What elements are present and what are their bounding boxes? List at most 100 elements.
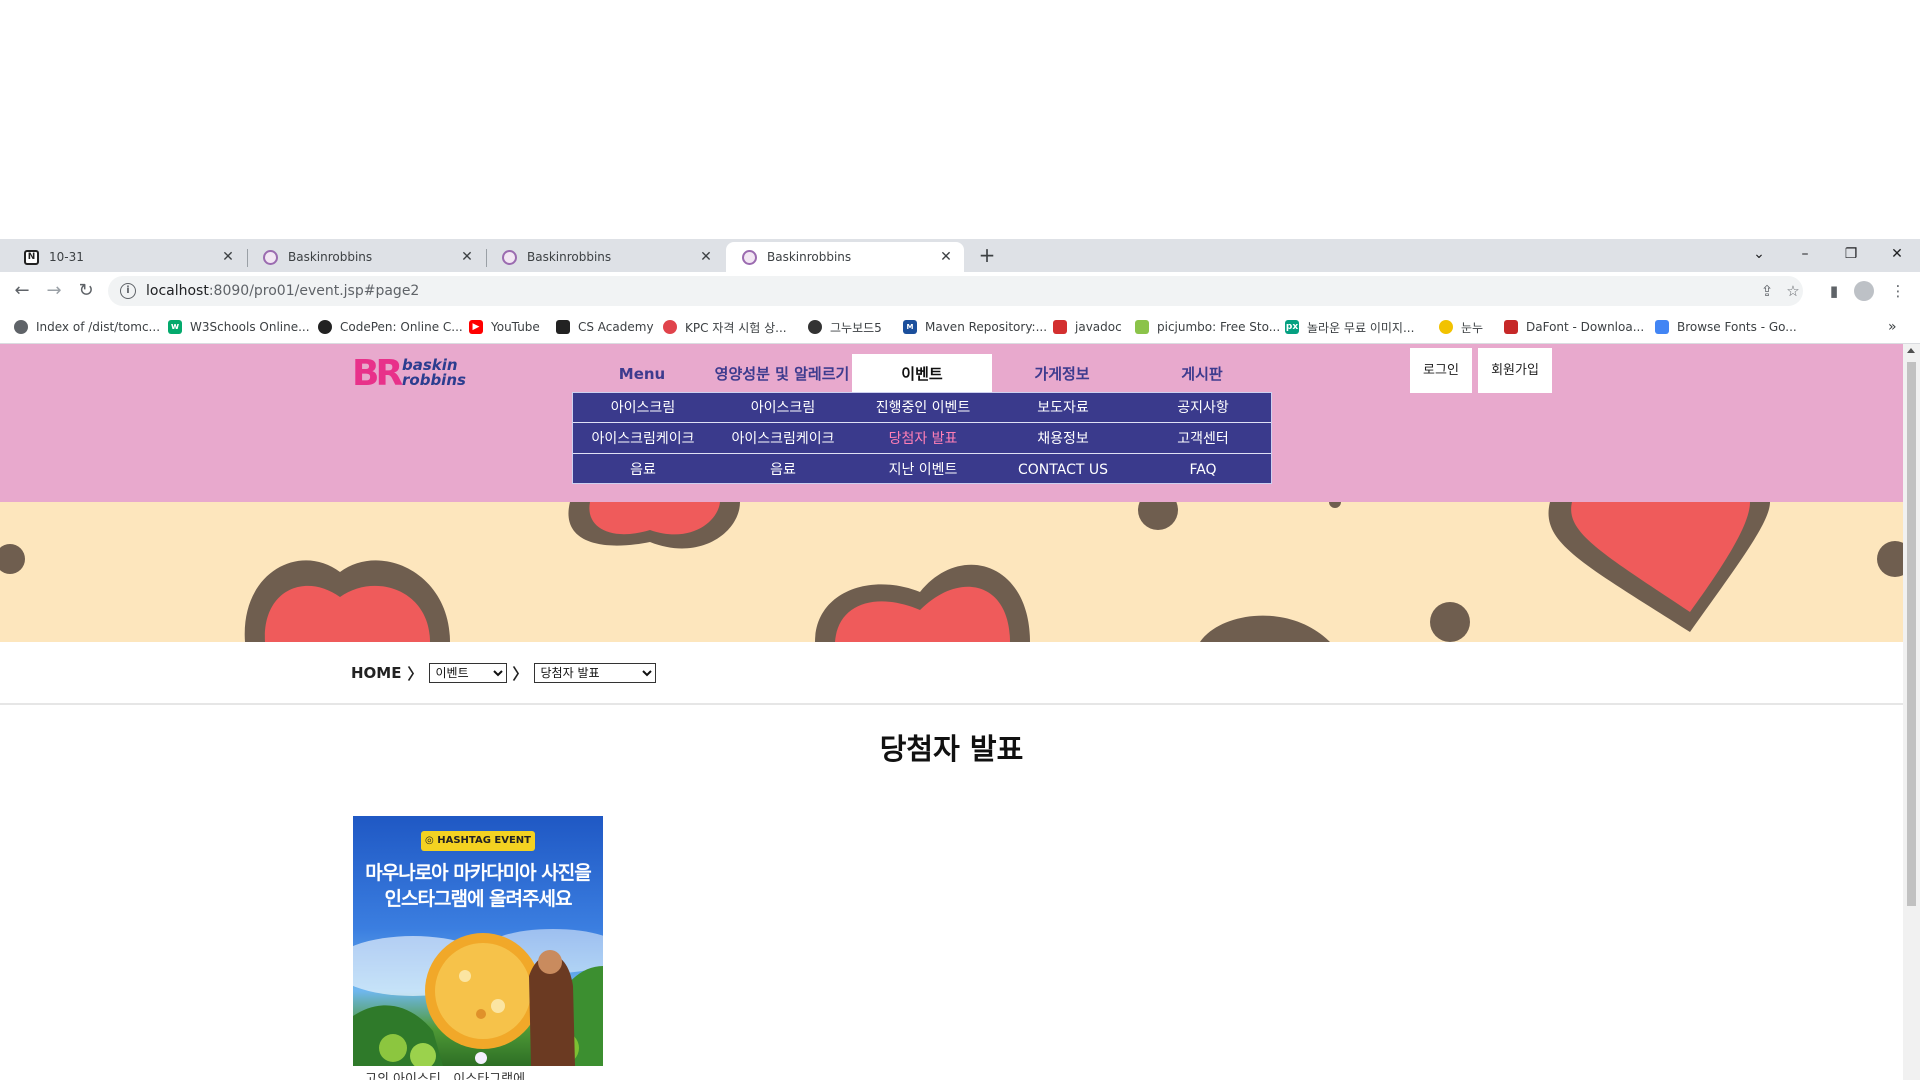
tab-title: Baskinrobbins bbox=[767, 250, 852, 264]
bookmark-item[interactable]: 눈누 bbox=[1439, 318, 1483, 336]
bookmark-item[interactable]: Browse Fonts - Go... bbox=[1655, 318, 1797, 336]
bookmark-favicon-icon: M bbox=[903, 320, 917, 334]
bookmark-item[interactable]: CodePen: Online C... bbox=[318, 318, 463, 336]
address-bar[interactable]: i localhost:8090/pro01/event.jsp#page2 ⇪… bbox=[108, 276, 1803, 306]
bookmark-item[interactable]: w W3Schools Online... bbox=[168, 318, 310, 336]
submenu-item[interactable]: 채용정보 bbox=[993, 424, 1133, 454]
browser-tab[interactable]: Baskinrobbins ✕ bbox=[247, 242, 485, 272]
side-panel-icon[interactable]: ▮ bbox=[1822, 279, 1846, 303]
bookmark-item[interactable]: Index of /dist/tomc... bbox=[14, 318, 160, 336]
submenu-item-active[interactable]: 당첨자 발표 bbox=[853, 424, 993, 454]
browser-tab-active[interactable]: Baskinrobbins ✕ bbox=[726, 242, 964, 272]
bookmark-favicon-icon bbox=[1053, 320, 1067, 334]
breadcrumb-category-select[interactable]: 이벤트 bbox=[428, 663, 507, 683]
bookmark-star-icon[interactable]: ☆ bbox=[1784, 282, 1802, 300]
page-viewport: BR baskin robbins Menu 영양성분 및 알레르기 이벤트 가게… bbox=[0, 344, 1920, 1080]
event-thumbnail[interactable]: ◎ HASHTAG EVENT 마우나로아 마카다미아 사진을 인스타그램에 올… bbox=[353, 816, 603, 1066]
bookmark-item[interactable]: 그누보드5 bbox=[808, 318, 882, 336]
badge-label: HASHTAG EVENT bbox=[437, 835, 531, 846]
bookmark-favicon-icon: w bbox=[168, 320, 182, 334]
bookmark-item[interactable]: CS Academy bbox=[556, 318, 654, 336]
submenu-item[interactable]: 고객센터 bbox=[1133, 424, 1273, 454]
submenu-item[interactable]: 지난 이벤트 bbox=[853, 455, 993, 485]
bookmarks-overflow-icon[interactable]: » bbox=[1888, 318, 1897, 336]
bookmark-favicon-icon bbox=[1439, 320, 1453, 334]
submenu-item[interactable]: 보도자료 bbox=[993, 393, 1133, 423]
bookmark-label: 놀라운 무료 이미지... bbox=[1307, 320, 1415, 335]
breadcrumb-separator: 〉 bbox=[512, 664, 528, 683]
browser-tab[interactable]: N 10-31 ✕ bbox=[8, 242, 246, 272]
tab-search-chevron-icon[interactable]: ⌄ bbox=[1736, 239, 1782, 269]
bookmark-item[interactable]: M Maven Repository:... bbox=[903, 318, 1047, 336]
event-headline: 마우나로아 마카다미아 사진을 인스타그램에 올려주세요 bbox=[353, 860, 603, 912]
bookmark-favicon-icon bbox=[318, 320, 332, 334]
site-header: BR baskin robbins Menu 영양성분 및 알레르기 이벤트 가게… bbox=[0, 344, 1903, 502]
submenu-item[interactable]: 공지사항 bbox=[1133, 393, 1273, 423]
baskinrobbins-favicon-icon bbox=[502, 249, 517, 265]
submenu-item[interactable]: 아이스크림 bbox=[573, 393, 713, 423]
hashtag-event-badge: ◎ HASHTAG EVENT bbox=[421, 831, 535, 851]
submenu-item[interactable]: 음료 bbox=[573, 455, 713, 485]
close-icon[interactable]: ✕ bbox=[698, 249, 714, 265]
page-title: 당첨자 발표 bbox=[879, 732, 1024, 766]
event-illustration bbox=[353, 929, 603, 1066]
headline-line2: 인스타그램에 올려주세요 bbox=[384, 888, 573, 910]
new-tab-plus-icon[interactable]: + bbox=[976, 244, 998, 266]
scroll-up-arrow-icon[interactable] bbox=[1907, 348, 1915, 353]
event-caption[interactable]: 고의 아이스티 . 이스타그램에 bbox=[365, 1068, 525, 1080]
submenu-item[interactable]: 진행중인 이벤트 bbox=[853, 393, 993, 423]
bookmark-label: KPC 자격 시험 상... bbox=[685, 320, 787, 335]
nav-nutrition-allergy[interactable]: 영양성분 및 알레르기 bbox=[712, 354, 852, 394]
nav-event[interactable]: 이벤트 bbox=[852, 354, 992, 394]
close-icon[interactable]: ✕ bbox=[220, 249, 236, 265]
bookmark-favicon-icon: px bbox=[1285, 320, 1299, 334]
winner-event-card[interactable]: ◎ HASHTAG EVENT 마우나로아 마카다미아 사진을 인스타그램에 올… bbox=[353, 816, 603, 1080]
submenu-item[interactable]: 아이스크림케이크 bbox=[713, 424, 853, 454]
minimize-icon[interactable]: – bbox=[1782, 239, 1828, 269]
submenu-item[interactable]: 음료 bbox=[713, 455, 853, 485]
menu-kebab-icon[interactable]: ⋮ bbox=[1886, 279, 1910, 303]
heart-pattern-illustration bbox=[0, 502, 1903, 642]
reload-icon[interactable]: ↻ bbox=[74, 279, 98, 303]
nav-menu[interactable]: Menu bbox=[572, 354, 712, 394]
headline-line1: 마우나로아 마카다미아 사진을 bbox=[365, 862, 591, 884]
restore-icon[interactable]: ❐ bbox=[1828, 239, 1874, 269]
page-scrollbar[interactable] bbox=[1903, 344, 1920, 1080]
submenu-item[interactable]: CONTACT US bbox=[993, 455, 1133, 485]
youtube-icon: ▶ bbox=[469, 320, 483, 334]
submenu-item[interactable]: 아이스크림 bbox=[713, 393, 853, 423]
submenu-item[interactable]: FAQ bbox=[1133, 455, 1273, 485]
bookmark-favicon-icon bbox=[1504, 320, 1518, 334]
bookmark-item[interactable]: ▶ YouTube bbox=[469, 318, 540, 336]
baskinrobbins-favicon-icon bbox=[263, 249, 278, 265]
forward-arrow-icon[interactable]: → bbox=[42, 279, 66, 303]
profile-avatar-icon[interactable] bbox=[1854, 281, 1874, 301]
back-arrow-icon[interactable]: ← bbox=[10, 279, 34, 303]
breadcrumb: HOME 〉 이벤트 〉 당첨자 발표 bbox=[351, 662, 656, 684]
bookmark-item[interactable]: KPC 자격 시험 상... bbox=[663, 318, 787, 336]
share-icon[interactable]: ⇪ bbox=[1758, 282, 1776, 300]
desktop-background bbox=[0, 0, 1920, 239]
bookmark-label: 눈누 bbox=[1461, 320, 1484, 335]
nav-board[interactable]: 게시판 bbox=[1132, 354, 1272, 394]
site-info-icon[interactable]: i bbox=[120, 283, 136, 299]
submenu-row: 음료 음료 지난 이벤트 CONTACT US FAQ bbox=[573, 455, 1271, 485]
bookmark-item[interactable]: px 놀라운 무료 이미지... bbox=[1285, 318, 1414, 336]
bookmark-item[interactable]: javadoc bbox=[1053, 318, 1122, 336]
window-close-icon[interactable]: ✕ bbox=[1874, 239, 1920, 269]
bookmark-label: DaFont - Downloa... bbox=[1526, 320, 1645, 334]
bookmark-item[interactable]: picjumbo: Free Sto... bbox=[1135, 318, 1280, 336]
baskinrobbins-logo[interactable]: BR baskin robbins bbox=[352, 354, 472, 394]
scrollbar-thumb[interactable] bbox=[1907, 362, 1916, 906]
submenu-row: 아이스크림 아이스크림 진행중인 이벤트 보도자료 공지사항 bbox=[573, 393, 1271, 423]
breadcrumb-home[interactable]: HOME bbox=[351, 664, 401, 682]
close-icon[interactable]: ✕ bbox=[938, 249, 954, 265]
browser-tab[interactable]: Baskinrobbins ✕ bbox=[486, 242, 724, 272]
bookmark-item[interactable]: DaFont - Downloa... bbox=[1504, 318, 1644, 336]
submenu-item[interactable]: 아이스크림케이크 bbox=[573, 424, 713, 454]
login-button[interactable]: 로그인 bbox=[1410, 348, 1472, 393]
close-icon[interactable]: ✕ bbox=[459, 249, 475, 265]
signup-button[interactable]: 회원가입 bbox=[1478, 348, 1552, 393]
breadcrumb-subpage-select[interactable]: 당첨자 발표 bbox=[533, 663, 656, 683]
nav-store-info[interactable]: 가게정보 bbox=[992, 354, 1132, 394]
